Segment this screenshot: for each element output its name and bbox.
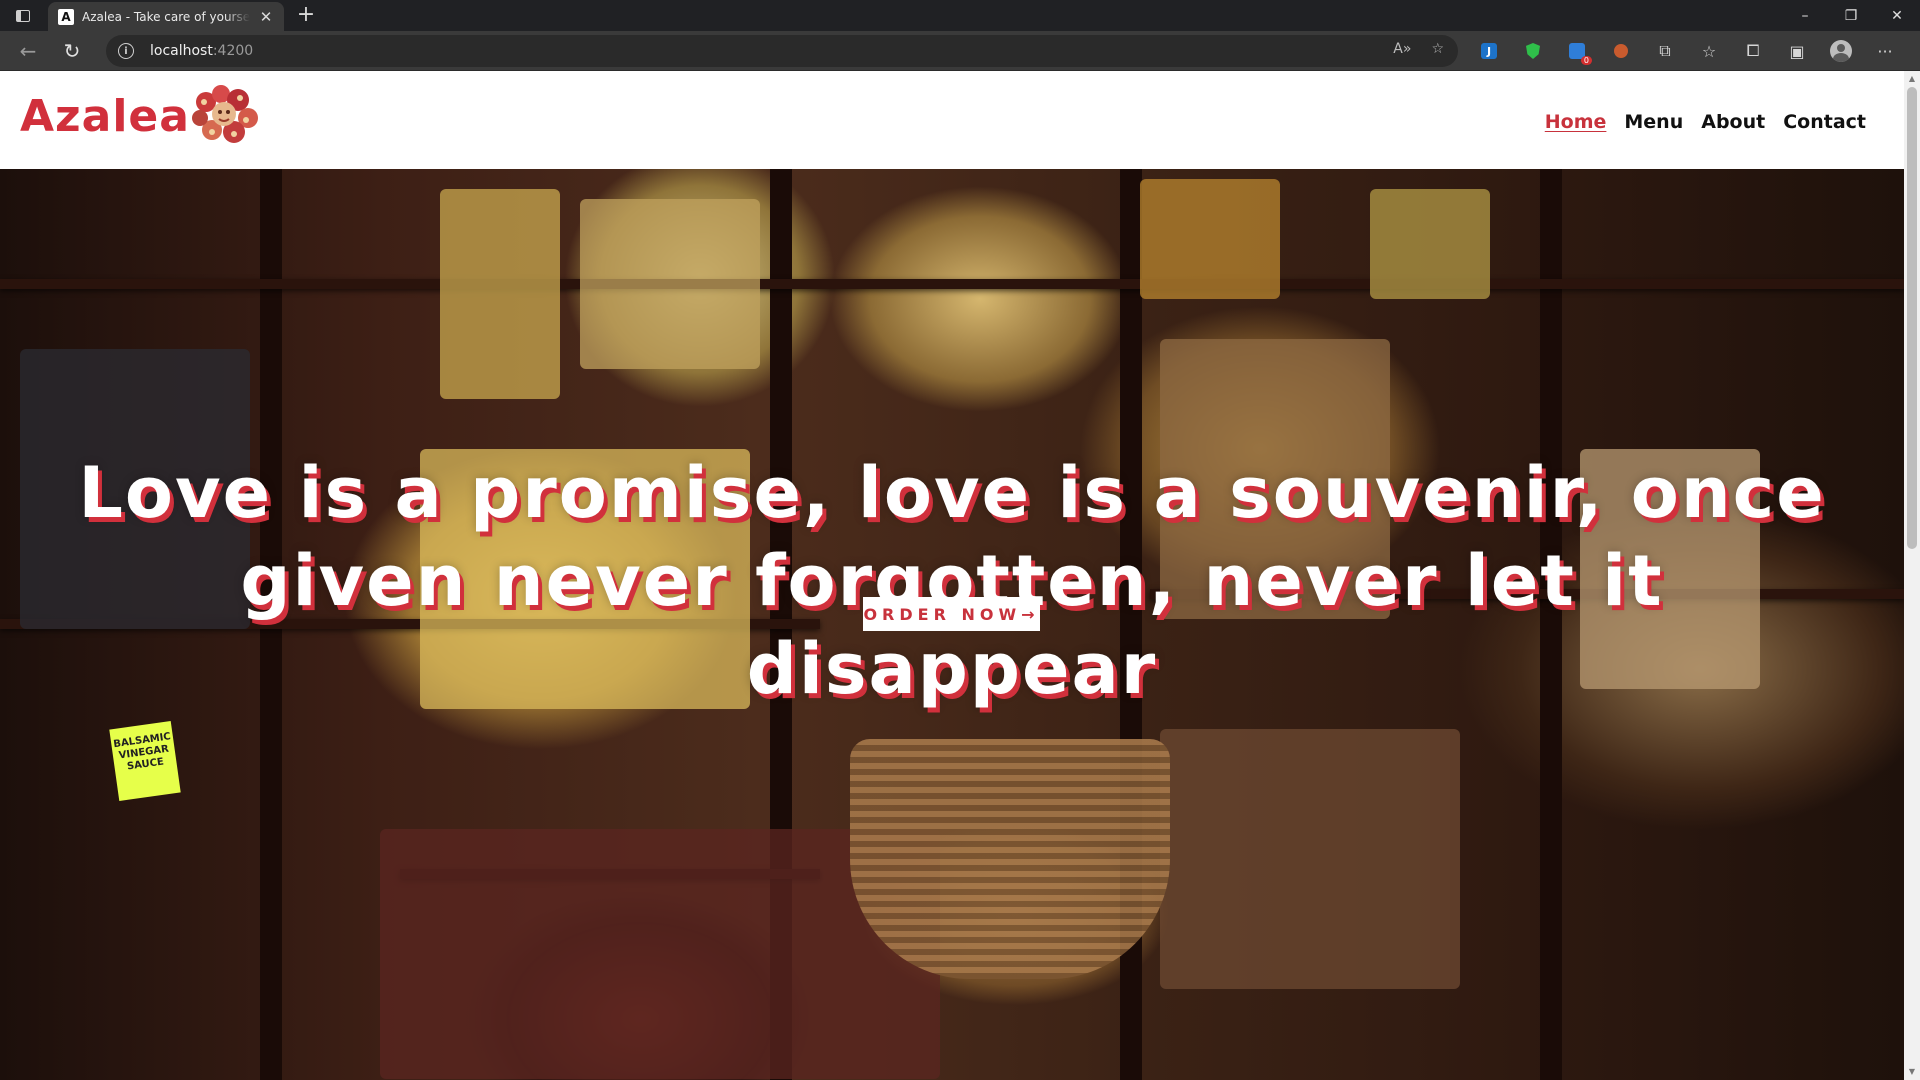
nav-menu-link[interactable]: Menu [1624,111,1683,133]
scroll-up-icon[interactable]: ▲ [1904,71,1920,87]
favorite-star-icon[interactable]: ☆ [1431,41,1444,57]
cookie-extension-icon[interactable] [1606,39,1636,63]
tab-actions-icon[interactable] [10,5,36,27]
scroll-down-icon[interactable]: ▼ [1904,1064,1920,1080]
site-header: Azalea Home Menu About Contact [0,71,1904,169]
shelf [0,279,1904,289]
favorites-icon[interactable]: ☆ [1694,39,1724,63]
page-scrollbar[interactable]: ▲ ▼ [1904,71,1920,1080]
tab-favicon-icon: A [58,8,74,25]
window-controls: – ❐ ✕ [1782,0,1920,31]
browser-tab-bar: A Azalea - Take care of yourself fo ✕ + … [0,0,1920,31]
scroll-thumb[interactable] [1907,87,1917,549]
more-options-icon[interactable]: ··· [1870,39,1900,63]
pasta-bag [1140,179,1280,299]
reload-icon[interactable]: ↻ [58,38,86,64]
close-window-icon[interactable]: ✕ [1874,0,1920,31]
wicker-basket [850,739,1170,979]
main-nav: Home Menu About Contact [1545,111,1866,133]
restore-icon[interactable]: ❐ [1828,0,1874,31]
browser-essentials-icon[interactable]: ▣ [1782,39,1812,63]
page-viewport: Azalea Home Menu About Contact BALSAMIC … [0,71,1920,1080]
read-aloud-icon[interactable]: A» [1393,41,1411,57]
collections-icon[interactable]: ⧠ [1738,39,1768,63]
flower-logo-icon[interactable] [186,84,264,150]
brand-name[interactable]: Azalea [20,91,190,142]
address-bar[interactable]: i localhost :4200 A» ☆ [106,35,1458,67]
site-info-icon[interactable]: i [118,43,134,59]
nav-contact-link[interactable]: Contact [1783,111,1866,133]
back-arrow-icon[interactable]: ← [14,38,42,64]
profile-avatar[interactable] [1826,39,1856,63]
pasta-bag [1370,189,1490,299]
blue-extension-icon[interactable]: 0 [1562,39,1592,65]
nav-about-link[interactable]: About [1701,111,1765,133]
j-extension-icon[interactable]: J [1474,39,1504,63]
extensions-row: J 0 ⧉ ☆ ⧠ ▣ ··· [1474,39,1900,65]
nav-home-link[interactable]: Home [1545,111,1607,133]
minimize-icon[interactable]: – [1782,0,1828,31]
url-host: localhost [150,43,213,59]
extensions-puzzle-icon[interactable]: ⧉ [1650,39,1680,63]
address-bar-actions: A» ☆ [1393,41,1444,57]
tab-title: Azalea - Take care of yourself fo [82,9,250,24]
order-now-button[interactable]: ORDER NOW→ [863,597,1040,631]
balsamic-sign: BALSAMIC VINEGAR SAUCE [109,721,181,801]
pasta-bag [580,199,760,369]
shield-extension-icon[interactable] [1518,39,1548,63]
hero-section: BALSAMIC VINEGAR SAUCE Love is a promise… [0,169,1904,1080]
close-tab-icon[interactable]: ✕ [258,8,274,26]
dried-pasta [1160,729,1460,989]
browser-toolbar: ← ↻ i localhost :4200 A» ☆ J 0 ⧉ ☆ ⧠ ▣ ·… [0,31,1920,71]
pasta-bag [440,189,560,399]
hero-quote: Love is a promise, love is a souvenir, o… [78,452,1826,710]
new-tab-icon[interactable]: + [294,4,318,28]
browser-tab[interactable]: A Azalea - Take care of yourself fo ✕ [48,2,284,31]
url-port: :4200 [212,43,254,59]
